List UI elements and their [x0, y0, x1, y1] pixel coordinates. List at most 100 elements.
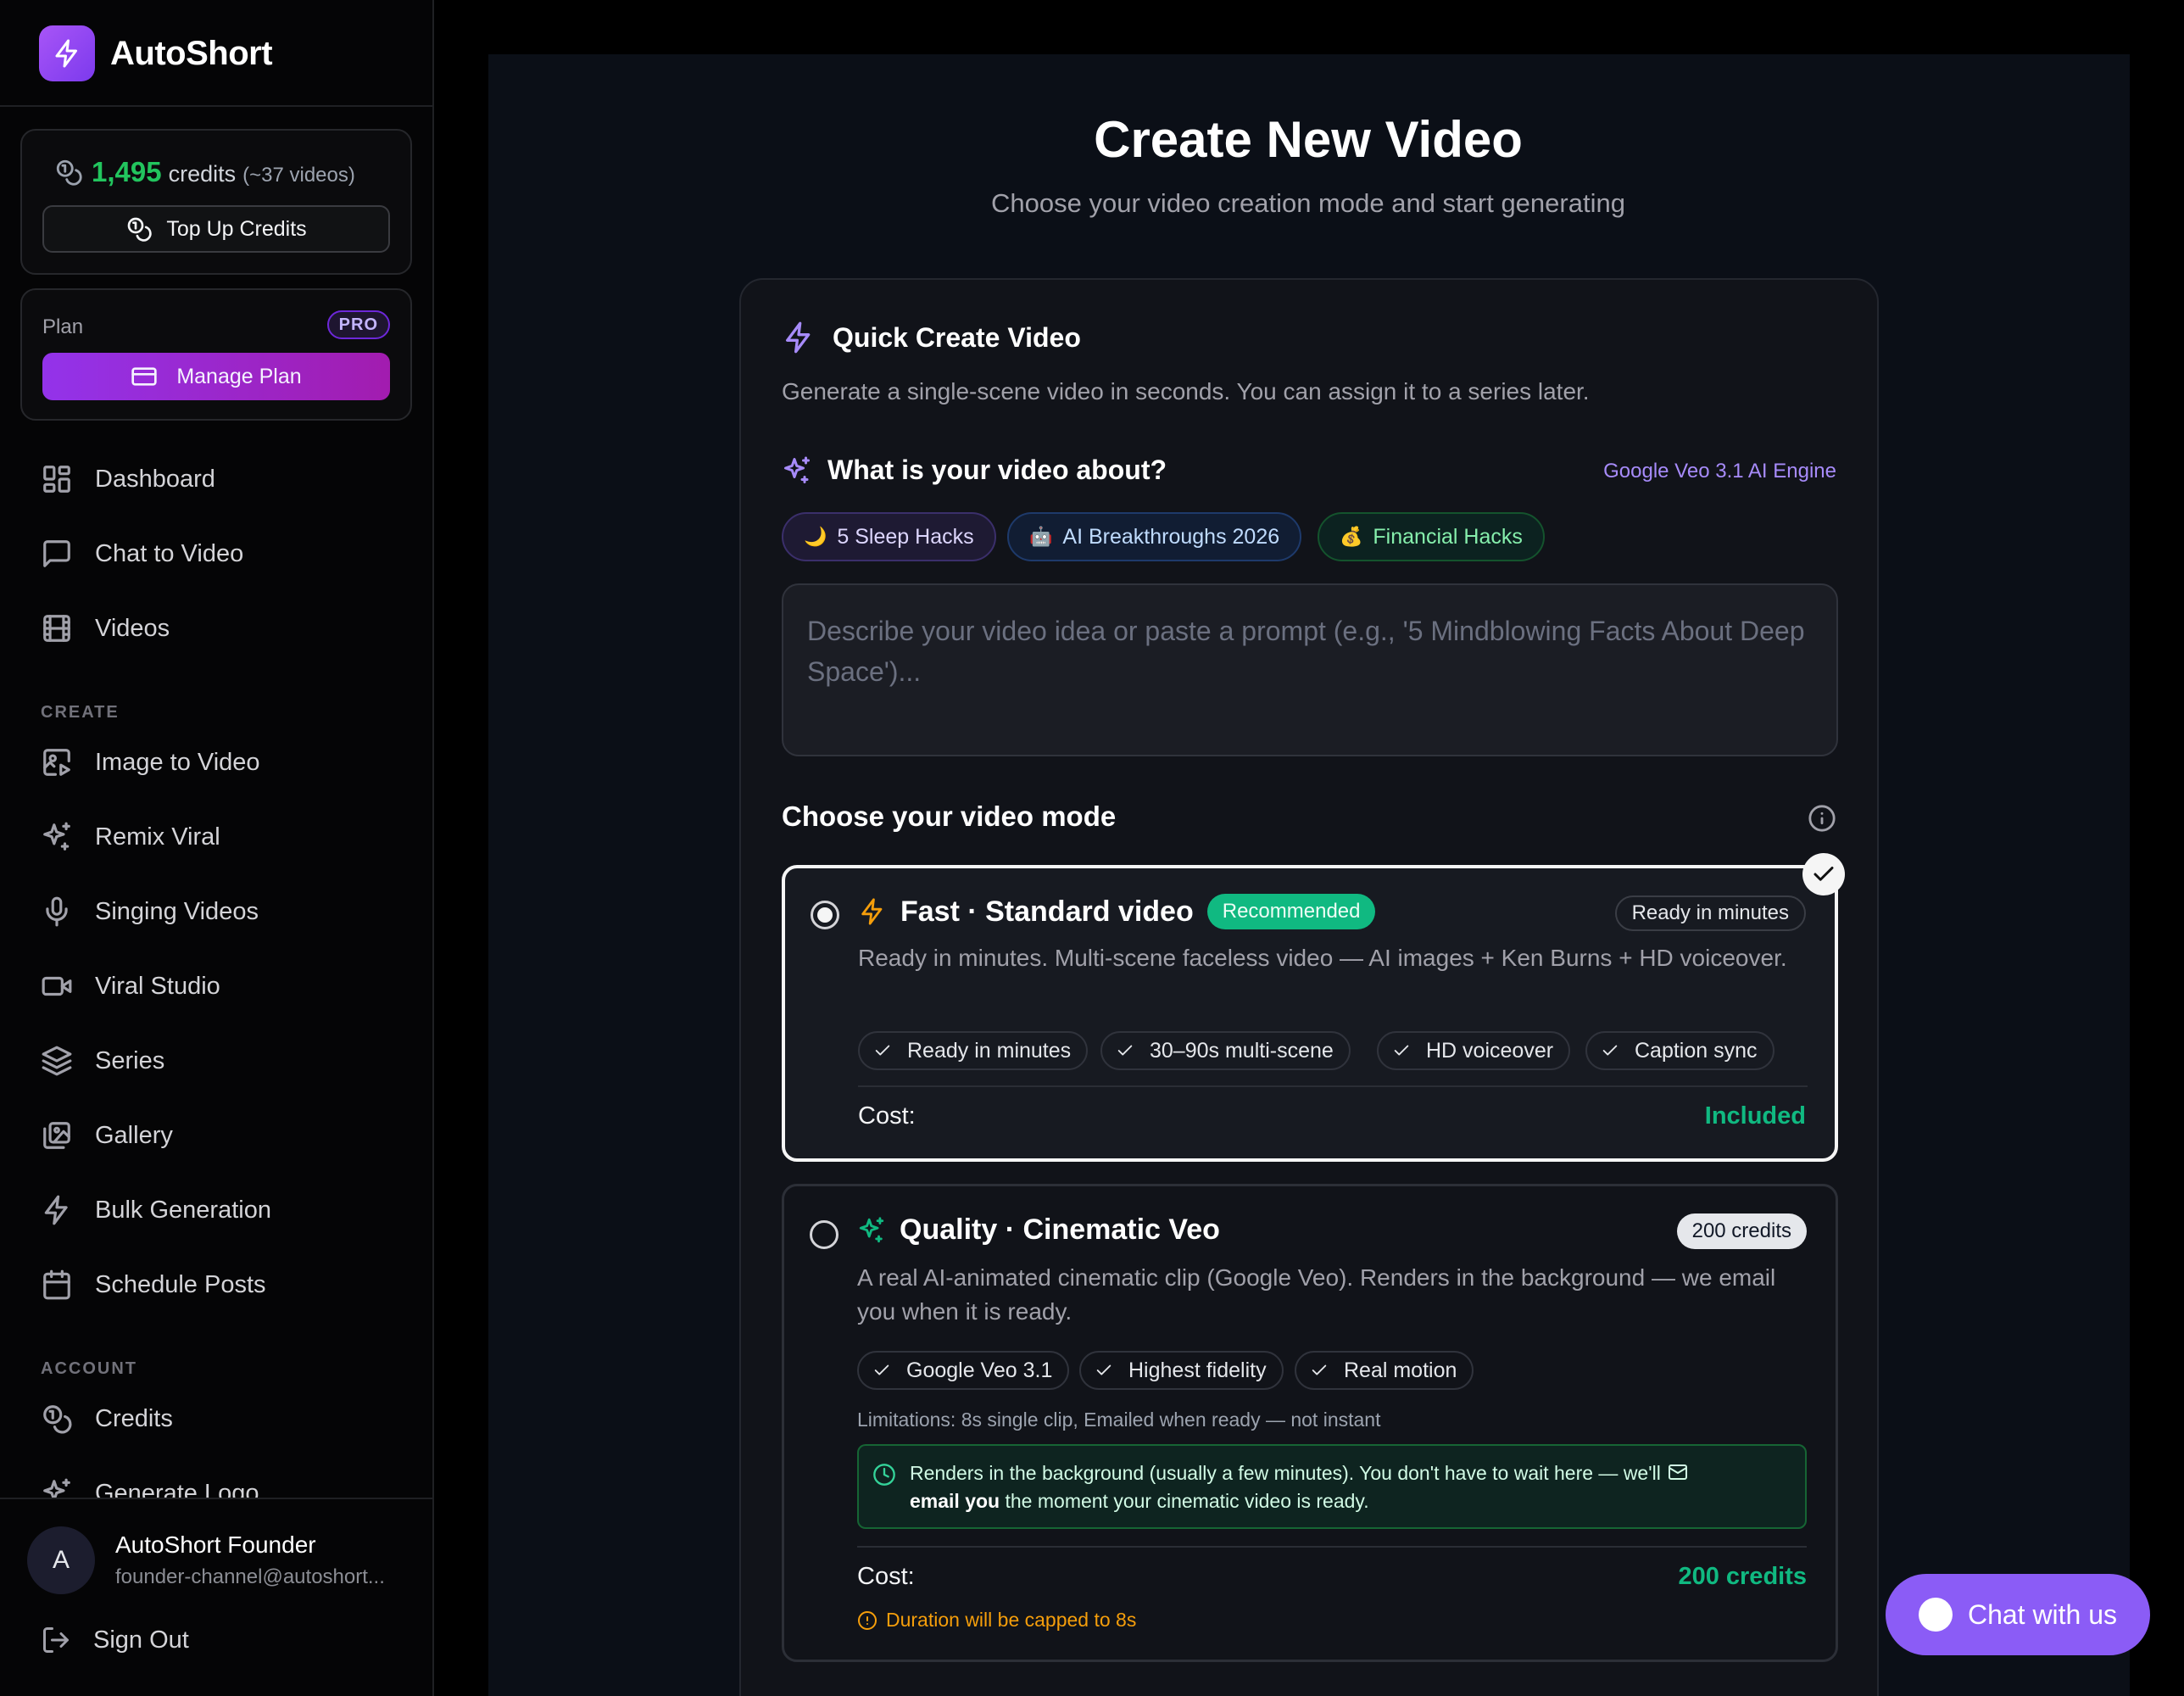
page-subtitle: Choose your video creation mode and star…	[991, 188, 1625, 218]
duration-warning-text: Duration will be capped to 8s	[886, 1609, 1137, 1631]
mode-card-quality[interactable]: Quality · Cinematic Veo 200 credits A re…	[782, 1184, 1838, 1662]
chat-with-us-button[interactable]: Chat with us	[1886, 1574, 2150, 1655]
sidebar: AutoShort 1,495 credits (~37 videos) Top…	[0, 0, 434, 1696]
nav-credits-label: Credits	[95, 1404, 173, 1432]
check-icon	[1601, 1041, 1635, 1060]
divider	[858, 1085, 1808, 1087]
microphone-icon	[41, 895, 95, 928]
lightning-icon	[41, 1194, 95, 1226]
credit-card-icon	[131, 363, 176, 390]
nav-credits[interactable]: Credits	[41, 1403, 173, 1435]
image-play-icon	[41, 746, 95, 778]
suggestion-chip-sleep-hacks[interactable]: 🌙 5 Sleep Hacks	[782, 512, 996, 561]
coins-icon	[41, 1403, 95, 1435]
ai-engine-label: Google Veo 3.1 AI Engine	[1603, 460, 1836, 483]
moon-icon: 🌙	[804, 526, 827, 547]
nav-gallery-label: Gallery	[95, 1121, 173, 1149]
mail-icon	[1668, 1462, 1688, 1482]
grid-icon	[41, 463, 95, 495]
suggestion-chip-ai-breakthroughs[interactable]: 🤖 AI Breakthroughs 2026	[1007, 512, 1302, 561]
nav-chat-to-video[interactable]: Chat to Video	[41, 538, 243, 570]
check-icon	[1095, 1361, 1128, 1380]
fast-mode-description: Ready in minutes. Multi-scene faceless v…	[858, 945, 1787, 971]
section-create: CREATE	[41, 703, 120, 722]
nav-series[interactable]: Series	[41, 1045, 164, 1077]
feature-pill: Real motion	[1295, 1351, 1474, 1390]
quick-create-card: Quick Create Video Generate a single-sce…	[739, 278, 1879, 1696]
lightning-logo-icon	[39, 25, 95, 81]
chat-with-us-label: Chat with us	[1967, 1598, 2118, 1630]
feature-pill: Highest fidelity	[1079, 1351, 1284, 1390]
quality-mode-radio[interactable]	[810, 1220, 838, 1249]
nav-dashboard-label: Dashboard	[95, 465, 215, 493]
nav-viral-studio-label: Viral Studio	[95, 972, 220, 1000]
quality-limitations: Limitations: 8s single clip, Emailed whe…	[857, 1409, 1381, 1431]
section-account: ACCOUNT	[41, 1359, 137, 1378]
nav-series-label: Series	[95, 1046, 165, 1074]
nav-bulk-generation[interactable]: Bulk Generation	[41, 1194, 271, 1226]
nav-bulk-generation-label: Bulk Generation	[95, 1196, 271, 1224]
nav-image-to-video[interactable]: Image to Video	[41, 746, 260, 778]
video-topic-label-text: What is your video about?	[827, 455, 1167, 485]
plan-card: Plan PRO Manage Plan	[20, 288, 412, 421]
avatar[interactable]: A	[27, 1526, 95, 1594]
divider	[0, 105, 432, 107]
video-prompt-input[interactable]	[782, 583, 1838, 756]
calendar-icon	[41, 1269, 95, 1301]
nav-dashboard[interactable]: Dashboard	[41, 463, 215, 495]
sparkles-icon	[857, 1216, 900, 1245]
check-icon	[872, 1361, 906, 1380]
nav-image-to-video-label: Image to Video	[95, 748, 260, 776]
lightning-icon	[782, 321, 833, 354]
page-title: Create New Video	[1094, 111, 1523, 168]
nav-singing-videos-label: Singing Videos	[95, 897, 259, 925]
quick-create-title: Quick Create Video	[782, 321, 1081, 354]
fast-cost-value: Included	[1704, 1102, 1806, 1130]
sparkles-icon	[41, 821, 95, 853]
nav-schedule-posts[interactable]: Schedule Posts	[41, 1269, 266, 1301]
sign-out-label: Sign Out	[93, 1626, 189, 1654]
nav-remix-viral[interactable]: Remix Viral	[41, 821, 220, 853]
fast-mode-radio[interactable]	[811, 901, 839, 929]
suggestion-chip-label: 5 Sleep Hacks	[837, 524, 974, 549]
quality-mode-description: A real AI-animated cinematic clip (Googl…	[857, 1264, 1776, 1325]
notice-bold: email you	[910, 1490, 1000, 1512]
sign-out-button[interactable]: Sign Out	[41, 1625, 189, 1655]
user-name: AutoShort Founder	[115, 1531, 316, 1558]
money-bag-icon: 💰	[1340, 526, 1363, 547]
log-out-icon	[41, 1625, 93, 1655]
fast-mode-tag: Ready in minutes	[1614, 895, 1806, 931]
brand[interactable]: AutoShort	[39, 25, 273, 81]
lightning-icon	[858, 897, 900, 926]
chat-bubble-icon	[1918, 1598, 1953, 1632]
robot-icon: 🤖	[1029, 526, 1053, 547]
coins-icon	[125, 215, 166, 243]
check-icon	[1392, 1041, 1426, 1060]
nav-chat-to-video-label: Chat to Video	[95, 539, 244, 567]
feature-pill: 30–90s multi-scene	[1100, 1031, 1351, 1070]
info-icon[interactable]	[1808, 804, 1836, 833]
chat-icon	[41, 538, 95, 570]
quality-cost-label: Cost:	[857, 1563, 915, 1590]
feature-pill-label: Real motion	[1344, 1358, 1457, 1382]
sparkles-icon	[782, 455, 827, 486]
feature-pill-label: Highest fidelity	[1128, 1358, 1267, 1382]
app-name: AutoShort	[110, 34, 273, 72]
nav-singing-videos[interactable]: Singing Videos	[41, 895, 259, 928]
check-icon	[873, 1041, 907, 1060]
suggestion-chip-financial-hacks[interactable]: 💰 Financial Hacks	[1318, 512, 1545, 561]
clock-icon	[872, 1463, 896, 1487]
nav-gallery[interactable]: Gallery	[41, 1119, 173, 1152]
film-icon	[41, 612, 95, 644]
fast-cost-label: Cost:	[858, 1102, 916, 1130]
feature-pill: Google Veo 3.1	[857, 1351, 1070, 1390]
manage-plan-button[interactable]: Manage Plan	[42, 353, 390, 400]
mode-card-fast[interactable]: Fast · Standard video Recommended Ready …	[782, 865, 1838, 1162]
nav-videos[interactable]: Videos	[41, 612, 170, 644]
feature-pill: Ready in minutes	[858, 1031, 1089, 1070]
quality-mode-title: Quality · Cinematic Veo	[857, 1213, 1220, 1247]
pro-badge: PRO	[326, 310, 390, 339]
plan-label: Plan	[42, 315, 84, 338]
nav-videos-label: Videos	[95, 614, 170, 642]
nav-viral-studio[interactable]: Viral Studio	[41, 970, 220, 1002]
